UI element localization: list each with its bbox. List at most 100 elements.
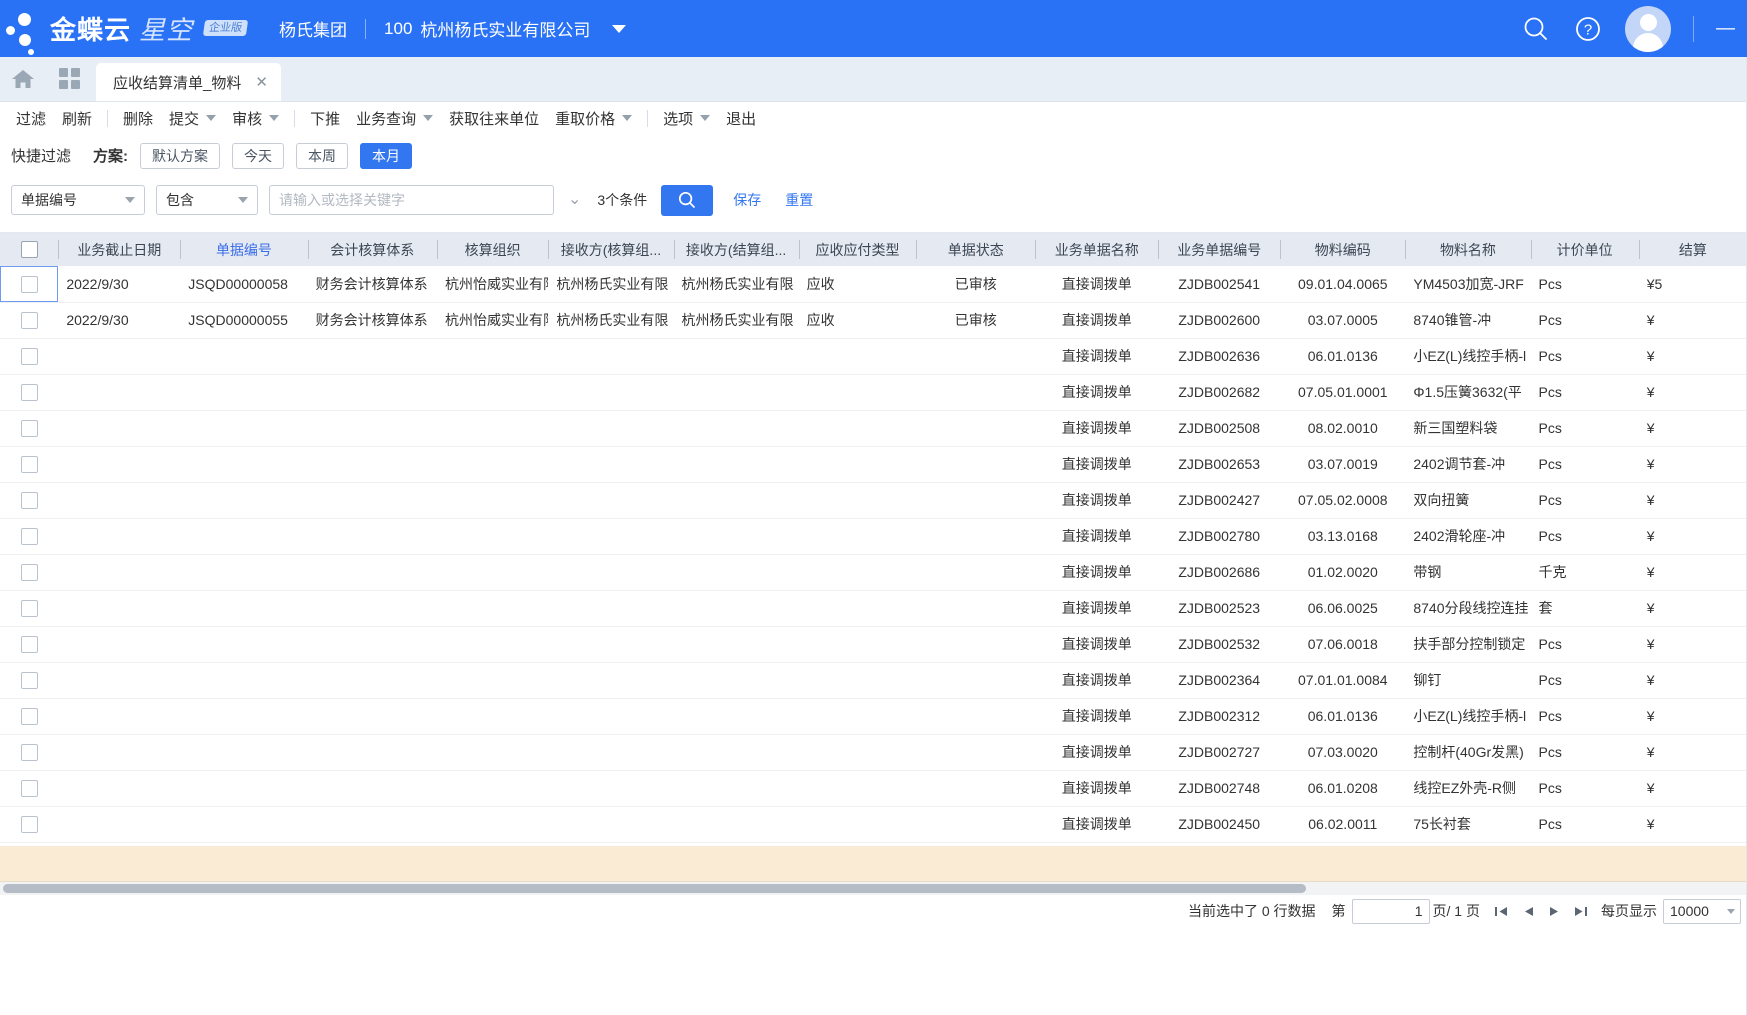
toolbar-button-exit[interactable]: 退出 bbox=[718, 103, 764, 133]
apps-grid-icon[interactable] bbox=[46, 56, 92, 101]
cell-billno[interactable] bbox=[180, 806, 308, 843]
row-checkbox[interactable] bbox=[0, 446, 59, 483]
toolbar-button-delete[interactable]: 删除 bbox=[115, 103, 161, 133]
row-checkbox[interactable] bbox=[0, 374, 59, 411]
checkbox-icon[interactable] bbox=[20, 743, 38, 761]
table-row[interactable]: 直接调拨单 ZJDB002682 07.05.01.0001 Φ1.5压簧3632(平… bbox=[0, 374, 1747, 411]
column-header-price_unit[interactable]: 计价单位 bbox=[1530, 233, 1639, 266]
chip-today[interactable]: 今天 bbox=[232, 142, 285, 169]
cell-billno[interactable] bbox=[180, 734, 308, 771]
checkbox-icon[interactable] bbox=[20, 419, 38, 437]
column-header-billno[interactable]: 单据编号 bbox=[180, 233, 308, 266]
toolbar-button-options[interactable]: 选项 bbox=[655, 103, 718, 133]
row-checkbox[interactable] bbox=[0, 482, 59, 519]
cell-billno[interactable] bbox=[180, 554, 308, 591]
chevron-down-icon[interactable] bbox=[125, 197, 135, 203]
column-header-bill_status[interactable]: 单据状态 bbox=[916, 233, 1036, 266]
search-input[interactable] bbox=[269, 185, 554, 215]
checkbox-icon[interactable] bbox=[20, 779, 38, 797]
table-row[interactable]: 直接调拨单 ZJDB002312 06.01.0136 小EZ(L)线控手柄-l Pcs… bbox=[0, 698, 1747, 735]
row-checkbox[interactable] bbox=[0, 734, 59, 771]
table-row[interactable]: 直接调拨单 ZJDB002508 08.02.0010 新三国塑料袋 Pcs ¥ bbox=[0, 410, 1747, 447]
table-row[interactable]: 直接调拨单 ZJDB002727 07.03.0020 控制杆(40Gr发黑) Pcs ¥ bbox=[0, 734, 1747, 771]
table-row[interactable]: 直接调拨单 ZJDB002748 06.01.0208 线控EZ外壳-R侧 Pcs ¥ bbox=[0, 770, 1747, 807]
cell-billno[interactable] bbox=[180, 446, 308, 483]
column-header-mat_name[interactable]: 物料名称 bbox=[1405, 233, 1531, 266]
cell-billno[interactable]: JSQD00000055 bbox=[180, 302, 308, 339]
filter-operator-select[interactable]: 包含 bbox=[156, 185, 258, 215]
row-checkbox[interactable] bbox=[0, 698, 59, 735]
toolbar-button-pushdown[interactable]: 下推 bbox=[302, 103, 348, 133]
chip-this-week[interactable]: 本周 bbox=[296, 142, 349, 169]
chevron-down-icon[interactable] bbox=[622, 115, 633, 121]
select-all-checkbox[interactable] bbox=[0, 233, 59, 266]
cell-billno[interactable]: JSQD00000058 bbox=[180, 266, 308, 303]
column-header-biz_name[interactable]: 业务单据名称 bbox=[1035, 233, 1159, 266]
column-header-biz_no[interactable]: 业务单据编号 bbox=[1158, 233, 1281, 266]
table-row[interactable]: 2022/9/30 JSQD00000058 财务会计核算体系 杭州怡威实业有限 杭州杨… bbox=[0, 266, 1747, 303]
save-filter-link[interactable]: 保存 bbox=[733, 190, 761, 210]
table-row[interactable]: 直接调拨单 ZJDB002653 03.07.0019 2402调节套-冲 Pcs ¥ bbox=[0, 446, 1747, 483]
table-row[interactable]: 2022/9/30 JSQD00000055 财务会计核算体系 杭州怡威实业有限 杭州杨… bbox=[0, 302, 1747, 339]
column-header-settle_amt[interactable]: 结算 bbox=[1638, 233, 1747, 266]
cell-billno[interactable] bbox=[180, 410, 308, 447]
user-avatar[interactable] bbox=[1625, 5, 1671, 52]
horizontal-scrollbar[interactable] bbox=[0, 882, 1747, 895]
checkbox-icon[interactable] bbox=[20, 527, 38, 545]
help-icon[interactable]: ? bbox=[1573, 14, 1603, 44]
home-icon[interactable] bbox=[0, 56, 46, 101]
table-row[interactable]: 直接调拨单 ZJDB002532 07.06.0018 扶手部分控制锁定 Pcs ¥ bbox=[0, 626, 1747, 663]
checkbox-icon[interactable] bbox=[20, 311, 38, 329]
row-checkbox[interactable] bbox=[0, 590, 59, 627]
row-checkbox[interactable] bbox=[0, 770, 59, 807]
tab-receivable-settlement-material[interactable]: 应收结算清单_物料 ✕ bbox=[96, 63, 281, 101]
chevron-down-icon[interactable] bbox=[238, 197, 248, 203]
column-header-recv_acct[interactable]: 接收方(核算组... bbox=[548, 233, 674, 266]
table-row[interactable]: 直接调拨单 ZJDB002636 06.01.0136 小EZ(L)线控手柄-l Pcs… bbox=[0, 338, 1747, 375]
row-checkbox[interactable] bbox=[0, 338, 59, 375]
row-checkbox[interactable] bbox=[0, 806, 59, 843]
checkbox-icon[interactable] bbox=[20, 347, 38, 365]
cell-billno[interactable] bbox=[180, 374, 308, 411]
toolbar-button-get-counterparty[interactable]: 获取往来单位 bbox=[441, 103, 547, 133]
table-row[interactable]: 直接调拨单 ZJDB002450 06.02.0011 75长衬套 Pcs ¥ bbox=[0, 806, 1747, 843]
toolbar-button-filter[interactable]: 过滤 bbox=[8, 103, 54, 133]
chevron-down-icon[interactable] bbox=[269, 115, 280, 121]
chevron-down-icon[interactable] bbox=[1727, 908, 1735, 914]
checkbox-icon[interactable] bbox=[20, 275, 38, 293]
checkbox-icon[interactable] bbox=[20, 383, 38, 401]
last-page-icon[interactable] bbox=[1574, 905, 1589, 918]
table-row[interactable]: 直接调拨单 ZJDB002686 01.02.0020 带钢 千克 ¥ bbox=[0, 554, 1747, 591]
checkbox-icon[interactable] bbox=[20, 491, 38, 509]
column-header-acctorg[interactable]: 核算组织 bbox=[436, 233, 549, 266]
column-header-acctsys[interactable]: 会计核算体系 bbox=[307, 233, 437, 266]
column-header-arap_type[interactable]: 应收应付类型 bbox=[798, 233, 917, 266]
checkbox-icon[interactable] bbox=[20, 241, 38, 259]
chevron-down-icon[interactable] bbox=[612, 24, 627, 33]
prev-page-icon[interactable] bbox=[1522, 905, 1535, 918]
first-page-icon[interactable] bbox=[1494, 905, 1509, 918]
checkbox-icon[interactable] bbox=[20, 671, 38, 689]
row-checkbox[interactable] bbox=[0, 410, 59, 447]
toolbar-button-refetch-price[interactable]: 重取价格 bbox=[547, 103, 640, 133]
table-row[interactable]: 直接调拨单 ZJDB002523 06.06.0025 8740分段线控连挂套 ¥ bbox=[0, 590, 1747, 627]
filter-field-select[interactable]: 单据编号 bbox=[11, 185, 145, 215]
row-checkbox[interactable] bbox=[0, 626, 59, 663]
toolbar-button-audit[interactable]: 审核 bbox=[224, 103, 287, 133]
table-row[interactable]: 直接调拨单 ZJDB002780 03.13.0168 2402滑轮座-冲 Pcs ¥ bbox=[0, 518, 1747, 555]
search-icon[interactable] bbox=[1521, 14, 1551, 44]
cell-billno[interactable] bbox=[180, 482, 308, 519]
checkbox-icon[interactable] bbox=[20, 707, 38, 725]
checkbox-icon[interactable] bbox=[20, 455, 38, 473]
chip-default-scheme[interactable]: 默认方案 bbox=[140, 142, 221, 169]
row-checkbox[interactable] bbox=[0, 266, 59, 303]
cell-billno[interactable] bbox=[180, 770, 308, 807]
toolbar-button-submit[interactable]: 提交 bbox=[161, 103, 224, 133]
per-page-select[interactable]: 10000 bbox=[1663, 898, 1741, 924]
cell-billno[interactable] bbox=[180, 338, 308, 375]
table-row[interactable]: 直接调拨单 ZJDB002427 07.05.02.0008 双向扭簧 Pcs ¥ bbox=[0, 482, 1747, 519]
double-chevron-down-icon[interactable]: ⌄ bbox=[568, 192, 581, 208]
cell-billno[interactable] bbox=[180, 626, 308, 663]
close-icon[interactable]: ✕ bbox=[255, 73, 268, 91]
chevron-down-icon[interactable] bbox=[206, 115, 217, 121]
